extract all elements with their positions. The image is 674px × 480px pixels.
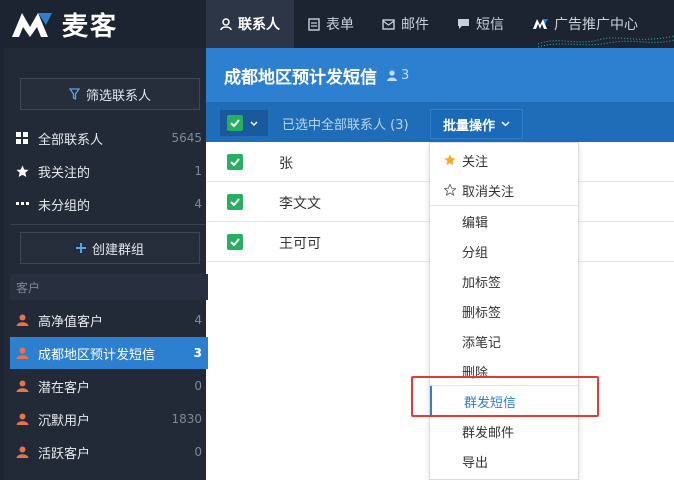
app-name: 麦客 [62,11,119,42]
selection-status: 已选中全部联系人 (3) [282,118,409,133]
contact-name[interactable]: 李文文 [279,193,321,213]
sidebar-item-ungrouped[interactable]: 未分组的 4 [10,188,208,220]
group-icon [14,446,30,458]
logo[interactable]: 麦客 [10,7,119,42]
menu-item-remove-tag[interactable]: 删标签 [430,296,578,326]
sidebar-item-label: 高净值客户 [38,314,104,330]
nav-forms[interactable]: 表单 [294,0,368,48]
group-icon [14,347,30,359]
sidebar-item-label: 潜在客户 [38,380,91,396]
star-icon [14,165,30,178]
contact-name[interactable]: 王可可 [279,233,321,253]
form-icon [308,17,320,31]
menu-item-delete[interactable]: 删除 [430,356,578,386]
sidebar-item-count: 5645 [171,131,202,145]
group-header: 成都地区预计发短信 3 [206,48,674,102]
menu-item-label: 关注 [462,154,489,170]
filter-icon [68,88,80,100]
group-icon [14,413,30,425]
select-all-dropdown[interactable] [220,110,268,136]
mail-icon [382,18,395,30]
sidebar-item-count: 4 [194,197,202,211]
nav-contacts[interactable]: 联系人 [206,0,294,48]
checkmark-icon [230,158,240,166]
sidebar-item-label: 活跃客户 [38,446,91,462]
chevron-down-icon [501,121,510,127]
nav-mail-label: 邮件 [401,17,429,33]
menu-item-send-sms[interactable]: 群发短信 [430,386,578,416]
sidebar-item-count: 0 [194,445,202,459]
star-filled-icon [442,154,458,166]
sidebar-group-silent[interactable]: 沉默用户 1830 [10,403,208,435]
batch-actions-menu: 关注 取消关注 编辑 分组 加标签 删标签 添笔记 删除 群发短信 群发邮件 导… [429,142,579,480]
checkmark-icon [230,198,240,206]
group-icon [14,314,30,326]
logo-mark-icon [12,13,52,37]
brand-icon [533,19,548,29]
sidebar: 筛选联系人 全部联系人 5645 我关注的 1 未分组的 4 创建群组 客户 高… [0,48,208,480]
user-icon [220,17,232,30]
message-icon [458,19,469,29]
nav-mail[interactable]: 邮件 [368,0,443,48]
top-bar: 麦客 联系人 表单 邮件 短信 广告推广中心 [0,0,674,48]
menu-item-add-tag[interactable]: 加标签 [430,266,578,296]
sidebar-group-active[interactable]: 活跃客户 0 [10,436,208,468]
decorative-wave [538,35,674,48]
sidebar-group-chengdu-sms[interactable]: 成都地区预计发短信 3 [10,337,208,369]
plus-icon [75,243,86,253]
contact-name[interactable]: 张 [279,153,293,173]
sidebar-group-high-value[interactable]: 高净值客户 4 [10,304,208,336]
sidebar-item-count: 3 [193,346,202,360]
row-checkbox[interactable] [227,194,243,210]
sidebar-item-all[interactable]: 全部联系人 5645 [10,122,208,154]
nav-contacts-label: 联系人 [238,17,280,33]
grid-icon [14,132,30,144]
page-title: 成都地区预计发短信 [224,67,377,88]
member-count: 3 [387,68,409,83]
bulk-toolbar: 已选中全部联系人 (3) 批量操作 [206,102,674,142]
sidebar-item-label: 全部联系人 [38,132,104,148]
sidebar-item-count: 4 [194,313,202,327]
chevron-down-icon [250,121,258,126]
checkmark-icon [230,119,240,127]
create-group-label: 创建群组 [91,242,144,258]
dots-icon [14,202,30,206]
create-group-button[interactable]: 创建群组 [20,232,200,264]
star-outline-icon [442,184,458,196]
menu-item-send-email[interactable]: 群发邮件 [430,416,578,446]
sidebar-item-label: 沉默用户 [38,413,91,429]
group-icon [14,380,30,392]
member-count-value: 3 [401,67,410,83]
row-checkbox[interactable] [227,154,243,170]
sidebar-section-customers: 客户 [10,274,208,300]
sidebar-item-count: 0 [194,379,202,393]
select-all-checkbox[interactable] [227,115,243,131]
person-icon [387,69,397,81]
sidebar-divider [10,224,208,225]
menu-item-add-note[interactable]: 添笔记 [430,326,578,356]
menu-item-export[interactable]: 导出 [430,446,578,476]
menu-item-follow[interactable]: 关注 [430,145,578,175]
menu-item-group[interactable]: 分组 [430,236,578,266]
menu-item-edit[interactable]: 编辑 [430,206,578,236]
sidebar-item-count: 1 [194,164,202,178]
sidebar-item-starred[interactable]: 我关注的 1 [10,155,208,187]
row-checkbox[interactable] [227,234,243,250]
menu-item-unfollow[interactable]: 取消关注 [430,175,578,205]
nav-sms[interactable]: 短信 [443,0,518,48]
batch-actions-label: 批量操作 [442,118,495,134]
sidebar-group-potential[interactable]: 潜在客户 0 [10,370,208,402]
sidebar-item-label: 我关注的 [38,165,91,181]
sidebar-item-count: 1830 [171,412,202,426]
nav-sms-label: 短信 [476,17,504,33]
nav-forms-label: 表单 [326,17,354,33]
menu-item-label: 取消关注 [462,184,515,200]
batch-actions-button[interactable]: 批量操作 [430,109,523,139]
filter-contacts-button[interactable]: 筛选联系人 [20,78,200,110]
sidebar-item-label: 未分组的 [38,198,91,214]
filter-contacts-label: 筛选联系人 [85,88,151,104]
checkmark-icon [230,238,240,246]
sidebar-item-label: 成都地区预计发短信 [38,347,156,363]
